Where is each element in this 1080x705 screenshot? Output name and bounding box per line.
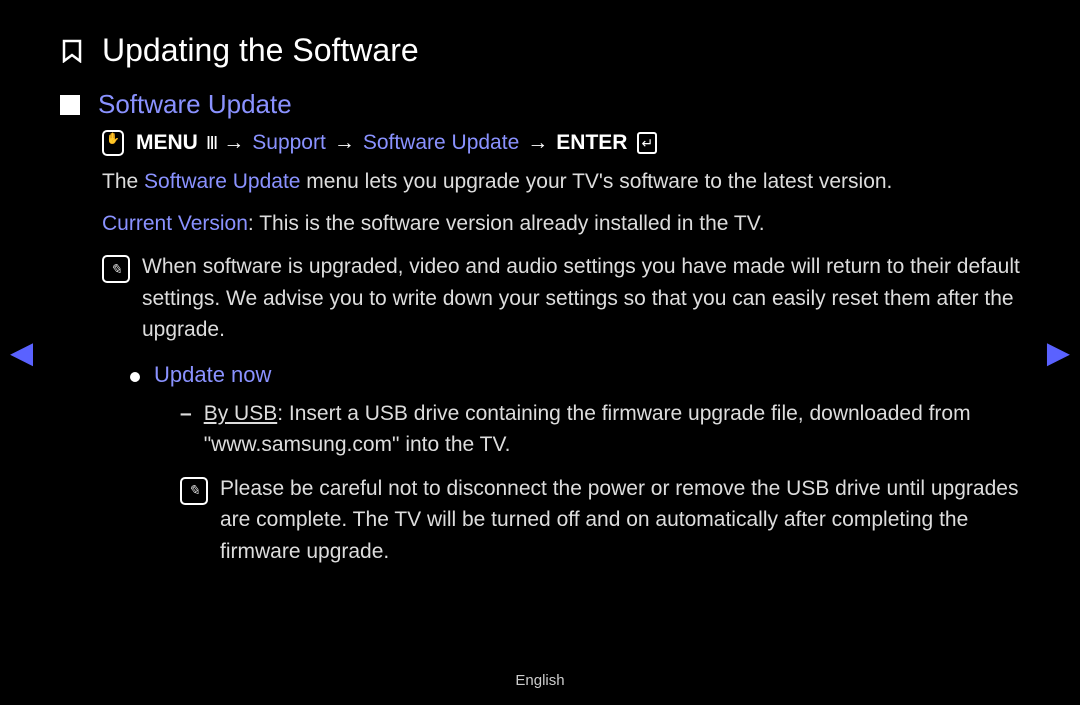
dot-bullet-icon (130, 372, 140, 382)
note-icon: ✎ (180, 477, 208, 505)
title-row: Updating the Software (60, 32, 1020, 69)
breadcrumb-software-update: Software Update (363, 131, 519, 155)
dash-icon: – (180, 398, 192, 461)
navigation-path: ✋ MENU Ⅲ → Support → Software Update → EN… (102, 130, 1020, 156)
update-now-label: Update now (154, 362, 271, 388)
by-usb-content: By USB: Insert a USB drive containing th… (204, 398, 1020, 461)
note-icon: ✎ (102, 255, 130, 283)
section-heading: Software Update (98, 89, 292, 120)
prev-page-arrow[interactable]: ◀ (10, 335, 33, 370)
current-version-label: Current Version (102, 212, 248, 235)
intro-suffix: menu lets you upgrade your TV's software… (300, 170, 892, 193)
bookmark-icon (60, 39, 84, 63)
touch-icon: ✋ (102, 130, 124, 156)
note-row-1: ✎ When software is upgraded, video and a… (102, 251, 1020, 346)
by-usb-text: : Insert a USB drive containing the firm… (204, 402, 971, 457)
arrow-icon: → (223, 131, 244, 155)
intro-paragraph: The Software Update menu lets you upgrad… (102, 166, 1020, 198)
arrow-icon: → (334, 131, 355, 155)
menu-button-label: MENU (136, 131, 198, 155)
section-row: Software Update (60, 89, 1020, 120)
intro-highlight: Software Update (144, 170, 300, 193)
square-bullet-icon (60, 95, 80, 115)
note-text-2: Please be careful not to disconnect the … (220, 473, 1020, 568)
enter-button-label: ENTER (556, 131, 627, 155)
next-page-arrow[interactable]: ▶ (1047, 335, 1070, 370)
update-now-bullet: Update now (130, 362, 1020, 388)
menu-button-icon: Ⅲ (206, 133, 215, 154)
arrow-icon: → (527, 131, 548, 155)
by-usb-row: – By USB: Insert a USB drive containing … (180, 398, 1020, 461)
breadcrumb-support: Support (252, 131, 326, 155)
current-version-line: Current Version: This is the software ve… (102, 208, 1020, 240)
current-version-text: : This is the software version already i… (248, 212, 765, 235)
by-usb-label: By USB (204, 402, 278, 425)
intro-prefix: The (102, 170, 144, 193)
footer-language: English (0, 672, 1080, 689)
page-title: Updating the Software (102, 32, 419, 69)
note-row-2: ✎ Please be careful not to disconnect th… (180, 473, 1020, 568)
note-text-1: When software is upgraded, video and aud… (142, 251, 1020, 346)
manual-page: Updating the Software Software Update ✋ … (0, 0, 1080, 587)
enter-button-icon: ↵ (637, 132, 657, 154)
